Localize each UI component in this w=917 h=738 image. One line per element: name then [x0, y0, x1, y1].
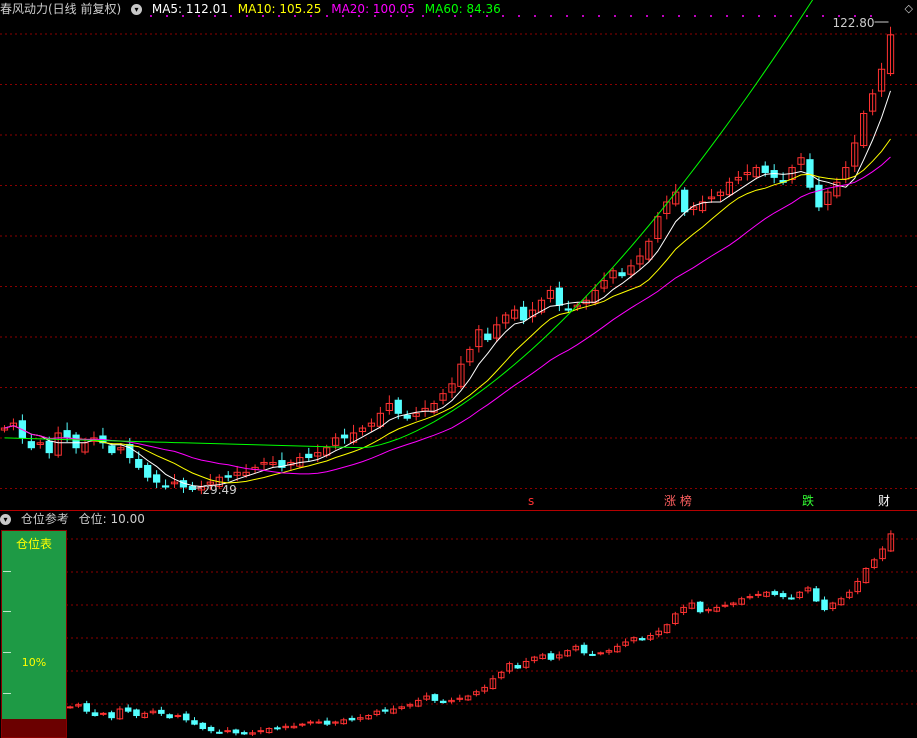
candle-body — [821, 599, 828, 611]
candle-body — [307, 721, 314, 724]
candle-body — [174, 715, 182, 718]
tick — [3, 652, 11, 653]
candle-body — [779, 593, 787, 598]
tick — [3, 571, 11, 572]
candle-body — [589, 653, 596, 656]
candle-body — [597, 652, 604, 655]
tick — [3, 611, 11, 612]
stock-title: 春风动力(日线 前复权) — [0, 2, 122, 16]
candle-body — [66, 706, 74, 709]
candle-body — [638, 638, 646, 641]
candle-body — [721, 604, 729, 607]
ma10-label: MA10: 105.25 — [237, 2, 322, 16]
candle-body — [191, 720, 198, 725]
candle-body — [83, 703, 90, 712]
candle-body — [514, 665, 522, 669]
candle-body — [696, 601, 704, 613]
zhangbang-marker: 涨 榜 — [664, 494, 692, 508]
candle-body — [100, 712, 107, 715]
candle-body — [166, 714, 173, 719]
candle-body — [199, 722, 207, 729]
candle-body — [547, 653, 555, 660]
candle-body — [812, 588, 820, 602]
candle-body — [431, 694, 439, 701]
candle-body — [323, 720, 331, 725]
ma20-label: MA20: 100.05 — [331, 2, 415, 16]
candle-body — [274, 727, 281, 730]
candle-body — [257, 730, 265, 733]
position-percent: 10% — [21, 656, 47, 669]
ma5-label: MA5: 112.01 — [151, 2, 228, 16]
candle-body — [348, 717, 356, 721]
candle-body — [788, 597, 795, 600]
sub-chart-header: ▾ 仓位参考 仓位: 10.00 — [0, 510, 151, 528]
candle-body — [439, 700, 447, 704]
cai-marker: 财 — [878, 494, 891, 508]
candle-body — [216, 731, 223, 734]
candle-body — [754, 593, 762, 596]
position-table-title: 仓位表 — [15, 537, 52, 551]
position-value: 仓位: 10.00 — [78, 512, 145, 526]
diamond-icon[interactable]: ◇ — [905, 2, 913, 15]
ma60-label: MA60: 84.36 — [424, 2, 501, 16]
candle-body — [133, 709, 140, 717]
candle-body — [124, 707, 132, 712]
candle-body — [91, 712, 99, 717]
candle-body — [381, 709, 389, 712]
tick — [3, 693, 11, 694]
candle-body — [224, 730, 231, 733]
sub-title: 仓位参考 — [20, 512, 69, 526]
candle-body — [207, 726, 215, 732]
candle-body — [108, 712, 115, 719]
die-marker: 跌 — [802, 494, 815, 508]
position-chart — [66, 530, 917, 736]
candle-body — [771, 591, 779, 595]
candle-body — [580, 644, 588, 654]
candle-body — [298, 723, 306, 726]
candle-body — [240, 732, 248, 735]
collapse-icon[interactable]: ▾ — [0, 514, 11, 525]
candle-body — [158, 709, 165, 714]
position-fill — [2, 719, 66, 737]
s-marker: s — [528, 494, 535, 508]
main-chart-header: 春风动力(日线 前复权) ▾ MA5: 112.01 MA10: 105.25 … — [0, 0, 507, 18]
candle-body — [315, 721, 323, 724]
candle-body — [232, 729, 240, 734]
collapse-icon[interactable]: ▾ — [131, 4, 143, 15]
position-table: 仓位表 10% — [1, 530, 67, 738]
candle-body — [182, 713, 190, 721]
